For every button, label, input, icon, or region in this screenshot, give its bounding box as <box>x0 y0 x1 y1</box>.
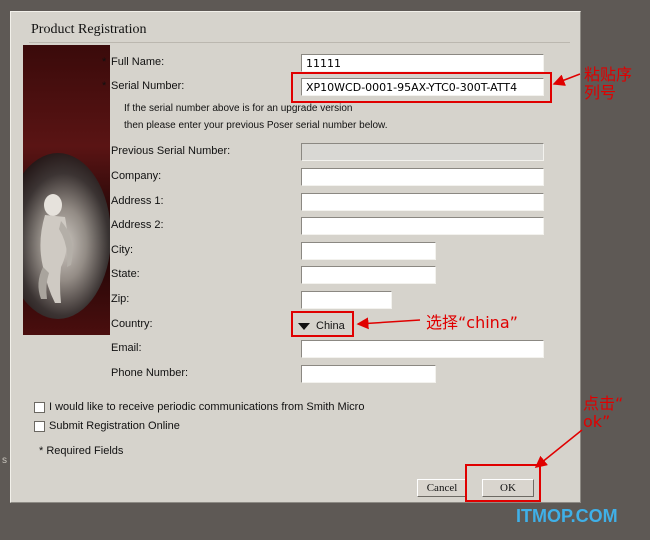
annotation-arrows <box>356 73 583 468</box>
site-watermark: ITMOP.COM <box>516 506 618 526</box>
click-ok-annotation-line2: ok” <box>583 412 611 431</box>
paste-serial-annotation-line2: 列号 <box>584 83 617 102</box>
choose-china-annotation: 选择“china” <box>426 313 518 332</box>
country-arrow <box>356 317 421 330</box>
paste-serial-annotation-line1: 粘贴序 <box>584 65 633 84</box>
serial-arrow <box>552 73 581 86</box>
ok-arrow <box>534 429 583 468</box>
click-ok-annotation-line1: 点击“ <box>583 394 624 413</box>
